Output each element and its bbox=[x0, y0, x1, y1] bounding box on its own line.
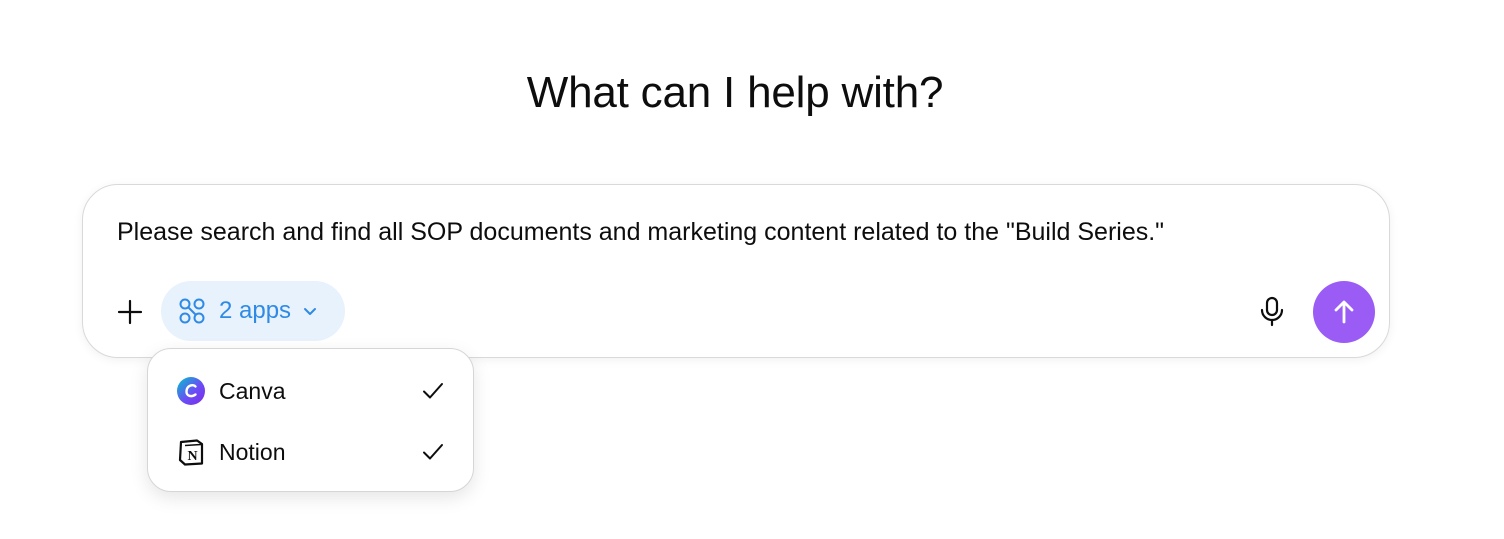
apps-selector-button[interactable]: 2 apps bbox=[161, 281, 345, 341]
menu-item-canva[interactable]: Canva bbox=[148, 365, 473, 417]
prompt-input[interactable]: Please search and find all SOP documents… bbox=[117, 218, 1164, 247]
chevron-down-icon bbox=[301, 302, 319, 320]
plus-icon bbox=[117, 299, 143, 325]
voice-input-button[interactable] bbox=[1255, 295, 1289, 329]
menu-item-label: Notion bbox=[219, 438, 286, 465]
checkmark-icon bbox=[420, 378, 446, 404]
composer: Please search and find all SOP documents… bbox=[82, 184, 1390, 358]
checkmark-icon bbox=[420, 439, 446, 465]
microphone-icon bbox=[1260, 296, 1284, 327]
add-attachment-button[interactable] bbox=[113, 295, 147, 329]
apps-dropdown-menu: Canva N Notion bbox=[147, 348, 474, 492]
menu-item-label: Canva bbox=[219, 377, 286, 404]
page: What can I help with? Please search and … bbox=[0, 0, 1504, 539]
svg-text:N: N bbox=[187, 449, 197, 464]
notion-icon: N bbox=[176, 437, 206, 467]
apps-selector-label: 2 apps bbox=[219, 297, 292, 324]
send-button[interactable] bbox=[1313, 281, 1375, 343]
canva-icon bbox=[176, 376, 206, 406]
arrow-up-icon bbox=[1334, 300, 1354, 324]
page-title: What can I help with? bbox=[526, 68, 944, 117]
apps-connector-icon bbox=[179, 298, 205, 324]
menu-item-notion[interactable]: N Notion bbox=[148, 426, 473, 478]
